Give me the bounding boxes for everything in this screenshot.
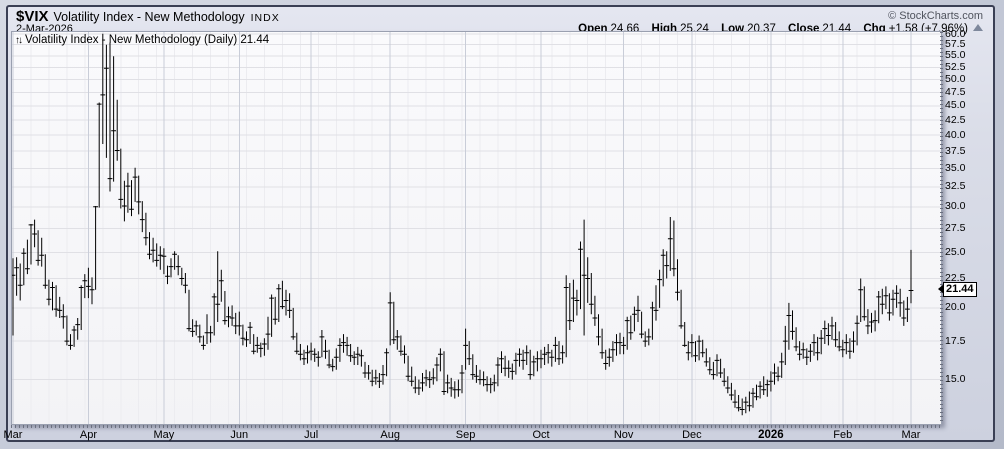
x-axis-label: Mar [4,429,23,441]
y-axis-label: 47.5 [945,86,965,98]
y-axis-label: 15.0 [945,373,965,385]
x-axis-label: Aug [380,429,400,441]
x-axis: MarAprMayJunJulAugSepOctNovDec2026FebMar [12,429,943,443]
y-axis: 60.057.555.052.550.047.545.042.540.037.5… [945,31,991,425]
y-axis-label: 50.0 [945,73,965,85]
x-axis-label: Mar [902,429,921,441]
x-axis-label: Nov [614,429,634,441]
y-axis-label: 32.5 [945,180,965,192]
security-name: Volatility Index - New Methodology [54,10,245,24]
updown-arrows-icon: ↑↓ [15,35,21,46]
x-axis-label: Oct [532,429,549,441]
x-axis-label: Jul [304,429,318,441]
y-axis-label: 52.5 [945,61,965,73]
y-axis-label: 20.0 [945,301,965,313]
y-axis-label: 17.5 [945,335,965,347]
chart-header: $VIXVolatility Index - New MethodologyIN… [16,8,985,23]
x-axis-minor-ticks [11,425,942,428]
plot-title: ↑↓ Volatility Index - New Methodology (Da… [15,34,269,46]
x-axis-label: Feb [833,429,852,441]
change-up-icon [973,24,983,31]
price-bars [12,34,913,416]
last-price-value: 21.44 [943,282,977,297]
chart-plot-area[interactable]: ↑↓ Volatility Index - New Methodology (Da… [11,31,942,425]
y-axis-minor-ticks [940,32,943,424]
chart-frame: $VIXVolatility Index - New MethodologyIN… [6,5,995,442]
y-axis-label: 25.0 [945,246,965,258]
copyright-text: © StockCharts.com [888,10,983,22]
y-axis-label: 55.0 [945,49,965,61]
last-price-badge: 21.44 [938,282,977,297]
x-axis-label: May [153,429,174,441]
y-axis-label: 45.0 [945,99,965,111]
price-chart [12,32,941,424]
x-axis-label: Apr [80,429,97,441]
y-axis-label: 40.0 [945,129,965,141]
y-axis-label: 27.5 [945,222,965,234]
x-axis-label: Dec [682,429,702,441]
x-axis-label: Jun [230,429,248,441]
y-axis-label: 42.5 [945,114,965,126]
x-axis-label: Sep [456,429,476,441]
y-axis-label: 37.5 [945,145,965,157]
plot-title-text: Volatility Index - New Methodology (Dail… [25,34,269,46]
y-axis-label: 30.0 [945,200,965,212]
y-axis-label: 35.0 [945,162,965,174]
x-axis-label: 2026 [758,429,784,441]
